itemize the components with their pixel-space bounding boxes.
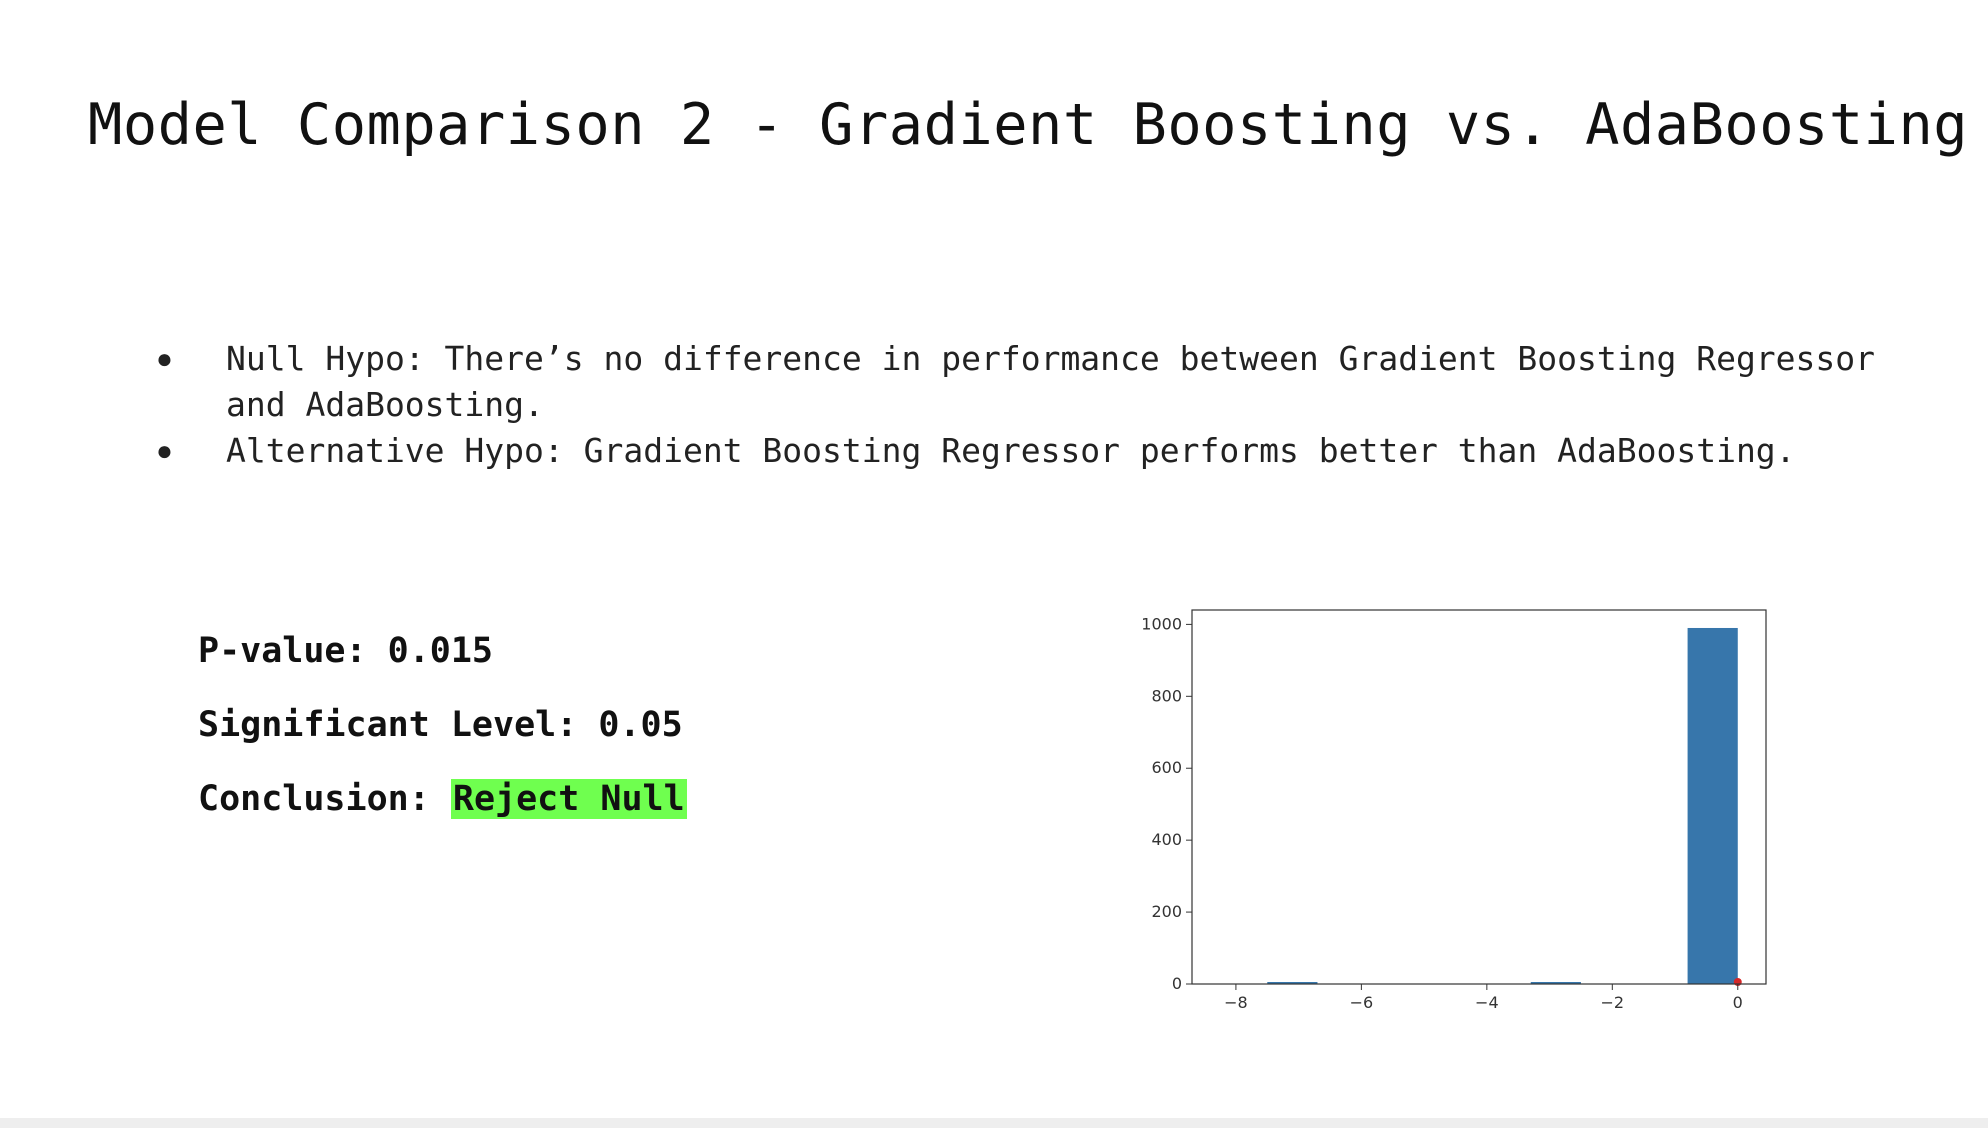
x-tick-label: −6 [1350,993,1374,1012]
conclusion: Conclusion: Reject Null [198,776,687,850]
bottom-bar [0,1118,1988,1128]
conclusion-value: Reject Null [450,779,687,819]
plot-frame [1191,609,1767,985]
histogram-chart: 0 200 400 600 800 1000 −8 −6 −4 −2 0 [1141,609,1767,1012]
x-tick-label: 0 [1733,993,1743,1012]
y-tick-label: 800 [1151,686,1182,705]
y-tick-label: 400 [1151,830,1182,849]
y-tick-label: 600 [1151,758,1182,777]
histogram-bar [1687,627,1738,984]
bullet-icon: ● [156,342,173,375]
y-tick-label: 1000 [1141,614,1182,633]
x-tick-label: −2 [1601,993,1625,1012]
alternative-hypothesis-text: Alternative Hypo: Gradient Boosting Regr… [226,431,1796,470]
x-tick-label: −4 [1475,993,1499,1012]
significance-level: Significant Level: 0.05 [198,705,683,745]
p-value: P-value: 0.015 [198,631,494,671]
x-tick-label: −8 [1224,993,1248,1012]
y-tick-label: 0 [1172,974,1182,993]
y-tick-label: 200 [1151,902,1182,921]
null-hypothesis-text: Null Hypo: There’s no difference in perf… [226,339,1876,424]
hypothesis-list: ● Null Hypo: There’s no difference in pe… [150,336,1910,474]
bullet-icon: ● [156,434,173,467]
slide-title: Model Comparison 2 - Gradient Boosting v… [88,92,1969,158]
list-item: ● Null Hypo: There’s no difference in pe… [150,336,1910,428]
slide: Model Comparison 2 - Gradient Boosting v… [0,0,1988,1118]
test-results: P-value: 0.015 Significant Level: 0.05 C… [198,628,687,850]
conclusion-label: Conclusion: [198,779,451,819]
list-item: ● Alternative Hypo: Gradient Boosting Re… [150,428,1910,474]
